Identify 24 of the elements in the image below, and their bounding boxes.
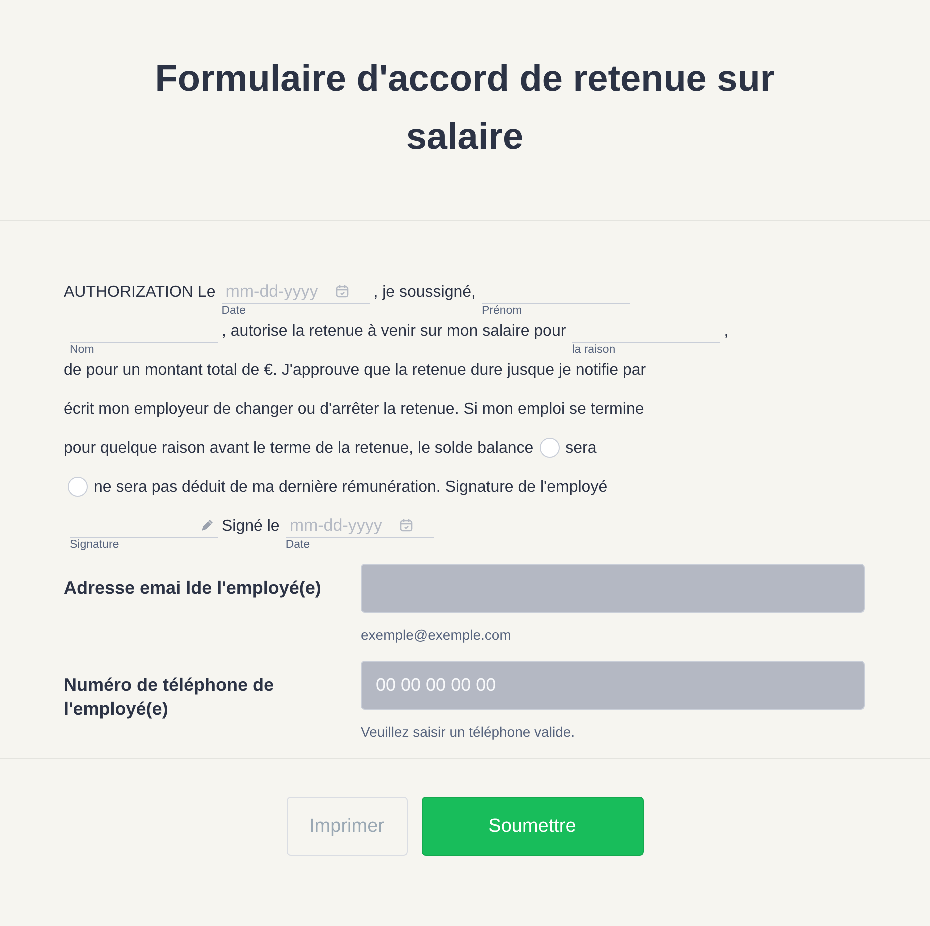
field-sublabel: la raison (572, 344, 617, 357)
form-text: , (724, 322, 729, 342)
date-field[interactable]: mm-dd-yyyy (286, 514, 434, 538)
radio-label: sera (566, 439, 597, 459)
form-text: pour quelque raison avant le terme de la retenue, le solde balance (64, 439, 534, 459)
field-sublabel: Signature (70, 539, 120, 552)
form-text: de pour un montant total de €. J'approuve que la retenue dure jusque je notifie par (64, 361, 646, 381)
form-text: , autorise la retenue à venir sur mon salaire pour (222, 322, 566, 342)
field-sublabel: Prénom (482, 305, 524, 318)
form-text: AUTHORIZATION Le (64, 283, 216, 303)
field-label: Adresse emai lde l'employé(e) (64, 577, 322, 600)
field-hint: Veuillez saisir un téléphone valide. (361, 724, 576, 740)
date-field[interactable]: mm-dd-yyyy (222, 280, 370, 304)
field-label: Numéro de téléphone de l'employé(e) (64, 674, 276, 721)
field-sublabel: Date (286, 539, 312, 552)
field-sublabel: Nom (70, 344, 96, 357)
form-text: écrit mon employeur de changer ou d'arrêter la retenue. Si mon emploi se termine (64, 400, 644, 420)
field-sublabel: Date (222, 305, 248, 318)
form-text: Signé le (222, 517, 280, 537)
form-title: Formulaire d'accord de retenue sur salaire (154, 57, 776, 159)
input-field[interactable]: 00 00 00 00 00 (361, 661, 865, 710)
radio-label: ne sera pas déduit de ma dernière rémunération. Signature de l'employé (94, 478, 608, 498)
form-text: , je soussigné, (374, 283, 476, 303)
field-hint: exemple@exemple.com (361, 627, 512, 643)
